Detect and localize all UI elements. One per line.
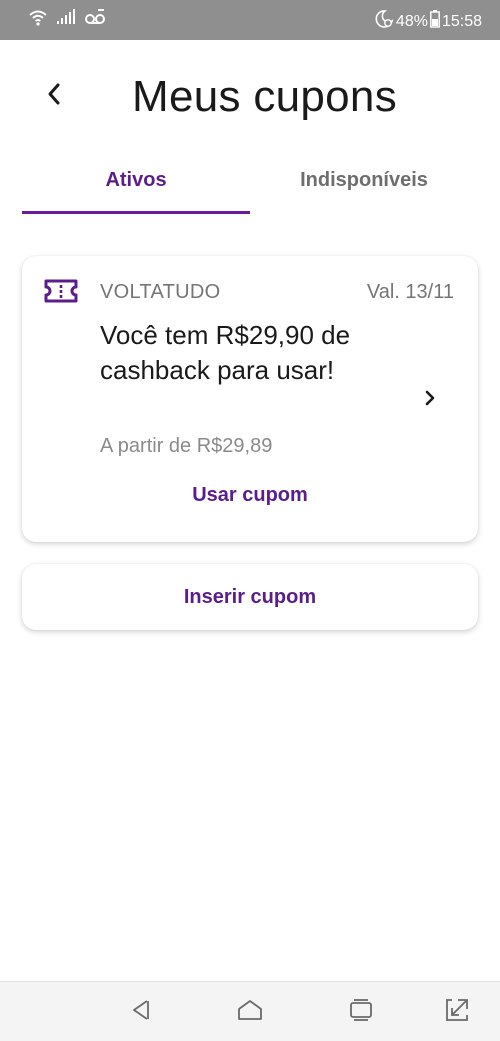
screen: 48% 15:58 Meus cupons Ativos Indisponíve… (0, 0, 500, 1041)
voicemail-icon (84, 9, 106, 30)
status-left (28, 8, 106, 31)
coupon-validity: Val. 13/11 (366, 281, 454, 303)
page-title: Meus cupons (132, 72, 398, 121)
nav-home-button[interactable] (235, 997, 265, 1027)
home-icon (236, 997, 264, 1028)
coupon-code: VOLTATUDO (100, 281, 221, 303)
insert-coupon-button[interactable]: Inserir cupom (22, 564, 478, 630)
back-triangle-icon (128, 997, 154, 1028)
status-bar: 48% 15:58 (0, 0, 500, 40)
tab-indisponiveis[interactable]: Indisponíveis (250, 160, 478, 214)
use-coupon-button[interactable]: Usar cupom (22, 484, 478, 507)
tab-bar: Ativos Indisponíveis (0, 160, 500, 214)
nav-bar (0, 981, 500, 1041)
do-not-disturb-icon (374, 9, 394, 34)
expand-icon (444, 997, 470, 1028)
battery-icon (430, 10, 440, 33)
coupon-card[interactable]: VOLTATUDO Val. 13/11 Você tem R$29,90 de… (22, 256, 478, 542)
nav-expand-button[interactable] (442, 997, 472, 1027)
nav-back-button[interactable] (126, 997, 156, 1027)
ticket-icon (44, 279, 78, 303)
status-right: 48% 15:58 (374, 9, 482, 34)
tab-ativos[interactable]: Ativos (22, 160, 250, 214)
recents-icon (348, 997, 374, 1028)
chevron-right-icon[interactable] (420, 386, 440, 410)
battery-percent: 48% (395, 12, 428, 30)
wifi-icon (28, 8, 48, 31)
nav-recents-button[interactable] (346, 997, 376, 1027)
signal-icon (56, 9, 76, 30)
chevron-left-icon (46, 82, 62, 111)
coupon-minimum: A partir de R$29,89 (100, 435, 273, 457)
back-button[interactable] (36, 78, 72, 114)
coupon-description: Você tem R$29,90 de cashback para usar! (100, 320, 351, 385)
status-time: 15:58 (441, 12, 482, 30)
